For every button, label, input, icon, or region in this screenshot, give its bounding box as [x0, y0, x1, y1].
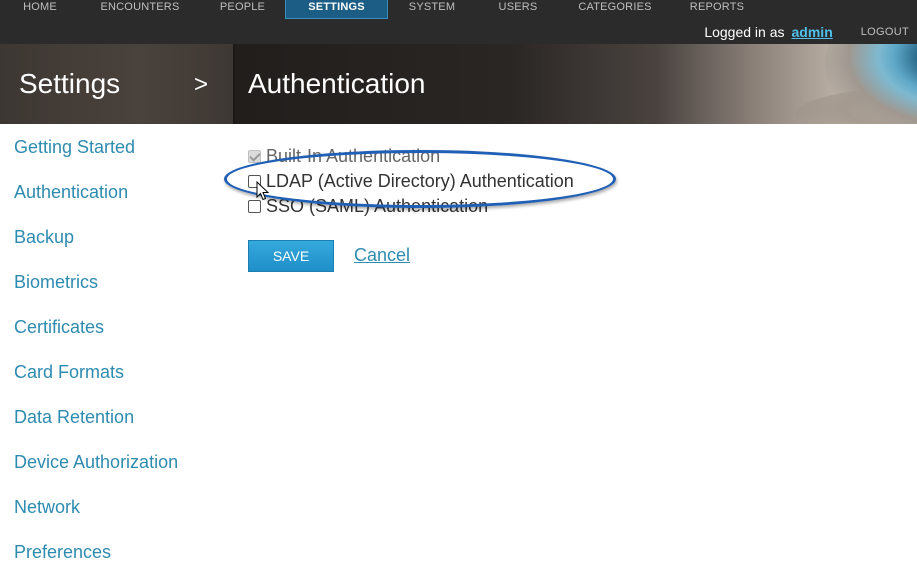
username-link[interactable]: admin — [792, 24, 833, 40]
save-button[interactable]: SAVE — [248, 240, 334, 272]
sidebar-item-data-retention[interactable]: Data Retention — [14, 407, 134, 428]
nav-people[interactable]: PEOPLE — [200, 0, 285, 19]
sidebar-item-authentication[interactable]: Authentication — [14, 182, 128, 203]
sidebar-item-preferences[interactable]: Preferences — [14, 542, 111, 563]
cancel-link[interactable]: Cancel — [354, 245, 410, 266]
sidebar-item-backup[interactable]: Backup — [14, 227, 74, 248]
nav-settings[interactable]: SETTINGS — [285, 0, 388, 19]
sidebar-item-getting-started[interactable]: Getting Started — [14, 137, 135, 158]
built-in-authentication-label: Built-In Authentication — [266, 145, 441, 166]
nav-system[interactable]: SYSTEM — [388, 0, 476, 19]
section-title: Settings — [19, 68, 121, 99]
nav-users[interactable]: USERS — [476, 0, 560, 19]
login-status: Logged in as admin LOGOUT — [704, 19, 917, 44]
nav-reports[interactable]: REPORTS — [670, 0, 764, 19]
main-nav: HOME ENCOUNTERS PEOPLE SETTINGS SYSTEM U… — [0, 0, 764, 19]
nav-categories[interactable]: CATEGORIES — [560, 0, 670, 19]
logout-link[interactable]: LOGOUT — [861, 26, 909, 38]
nav-home[interactable]: HOME — [0, 0, 80, 19]
login-prefix: Logged in as — [704, 23, 785, 40]
sidebar-item-network[interactable]: Network — [14, 497, 80, 518]
ldap-authentication-label[interactable]: LDAP (Active Directory) Authentication — [266, 171, 574, 192]
nav-encounters[interactable]: ENCOUNTERS — [80, 0, 200, 19]
sso-authentication-label[interactable]: SSO (SAML) Authentication — [266, 196, 488, 217]
sidebar-item-certificates[interactable]: Certificates — [14, 317, 104, 338]
top-navigation-bar: HOME ENCOUNTERS PEOPLE SETTINGS SYSTEM U… — [0, 0, 917, 44]
page-title: Authentication — [248, 68, 426, 99]
option-built-in-authentication: Built-In Authentication — [248, 146, 440, 166]
mouse-pointer-icon — [256, 181, 270, 201]
option-sso-authentication[interactable]: SSO (SAML) Authentication — [248, 196, 488, 216]
page-header-banner: Settings > Authentication — [0, 44, 917, 124]
sidebar-item-device-authorization[interactable]: Device Authorization — [14, 452, 178, 473]
built-in-authentication-checkbox — [248, 149, 261, 163]
sidebar-item-card-formats[interactable]: Card Formats — [14, 362, 124, 383]
sidebar-item-biometrics[interactable]: Biometrics — [14, 272, 98, 293]
breadcrumb-arrow: > — [194, 71, 209, 98]
sso-authentication-checkbox[interactable] — [248, 199, 261, 213]
option-ldap-authentication[interactable]: LDAP (Active Directory) Authentication — [248, 171, 574, 191]
